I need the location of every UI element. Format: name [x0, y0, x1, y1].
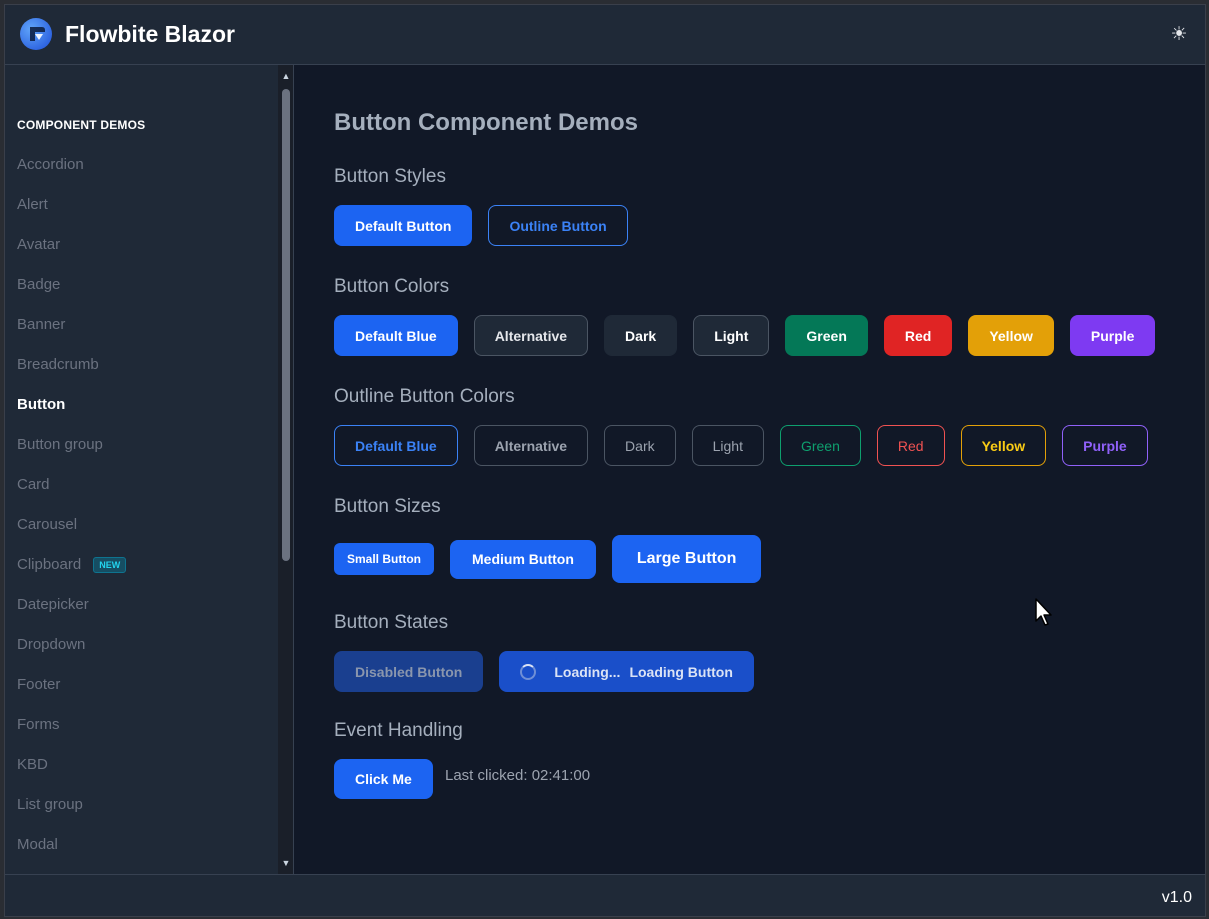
sidebar-item-accordion[interactable]: Accordion	[17, 152, 267, 192]
footer-bar: v1.0	[5, 874, 1205, 916]
top-navbar: Flowbite Blazor ☀	[5, 5, 1205, 65]
medium-button[interactable]: Medium Button	[450, 539, 596, 579]
section-title-colors: Button Colors	[334, 276, 450, 297]
sidebar-item-clipboard[interactable]: Clipboard NEW	[17, 552, 267, 592]
color-button-light[interactable]: Light	[693, 315, 770, 356]
large-button[interactable]: Large Button	[611, 535, 762, 583]
color-button-green[interactable]: Green	[785, 315, 868, 356]
flowbite-logo-icon[interactable]	[20, 18, 52, 50]
spinner-icon	[520, 663, 537, 680]
sidebar-item-modal[interactable]: Modal	[17, 832, 267, 872]
section-title-events: Event Handling	[334, 720, 463, 741]
sidebar: COMPONENT DEMOS Accordion Alert Avatar B…	[5, 65, 294, 874]
section-title-sizes: Button Sizes	[334, 496, 441, 517]
sidebar-item-list-group[interactable]: List group	[17, 792, 267, 832]
sidebar-item-kbd[interactable]: KBD	[17, 752, 267, 792]
sidebar-item-forms[interactable]: Forms	[17, 712, 267, 752]
sidebar-nav: Accordion Alert Avatar Badge Banner Brea…	[17, 152, 267, 872]
disabled-button[interactable]: Disabled Button	[334, 651, 484, 692]
click-me-button[interactable]: Click Me	[334, 759, 433, 799]
section-title-states: Button States	[334, 612, 449, 633]
color-button-purple[interactable]: Purple	[1069, 315, 1156, 356]
main-content: Button Component Demos Button Styles Def…	[295, 65, 1205, 874]
app-title[interactable]: Flowbite Blazor	[65, 21, 235, 48]
section-title-outline-colors: Outline Button Colors	[334, 386, 515, 407]
color-button-red[interactable]: Red	[883, 315, 953, 356]
outline-button-light[interactable]: Light	[691, 425, 764, 466]
outline-button-red[interactable]: Red	[876, 425, 945, 466]
sidebar-item-badge[interactable]: Badge	[17, 272, 267, 312]
color-button-yellow[interactable]: Yellow	[968, 315, 1054, 356]
outline-button[interactable]: Outline Button	[488, 205, 628, 246]
sidebar-heading: COMPONENT DEMOS	[17, 118, 146, 132]
app-window: Flowbite Blazor ☀ COMPONENT DEMOS Accord…	[4, 4, 1206, 917]
scrollbar-thumb[interactable]	[282, 89, 290, 561]
sidebar-item-footer[interactable]: Footer	[17, 672, 267, 712]
last-clicked-text: Last clicked: 02:41:00	[445, 767, 591, 784]
loading-button-label: Loading Button	[629, 663, 733, 680]
sidebar-item-banner[interactable]: Banner	[17, 312, 267, 352]
sidebar-item-avatar[interactable]: Avatar	[17, 232, 267, 272]
sidebar-item-button[interactable]: Button	[17, 392, 267, 432]
loading-button[interactable]: Loading... Loading Button	[499, 651, 754, 692]
scroll-up-arrow-icon[interactable]: ▲	[281, 71, 291, 81]
outline-button-green[interactable]: Green	[779, 425, 861, 466]
sidebar-item-datepicker[interactable]: Datepicker	[17, 592, 267, 632]
sidebar-item-breadcrumb[interactable]: Breadcrumb	[17, 352, 267, 392]
small-button[interactable]: Small Button	[334, 543, 434, 575]
color-button-dark[interactable]: Dark	[604, 315, 678, 356]
color-button-default-blue[interactable]: Default Blue	[334, 315, 458, 356]
sidebar-scrollbar[interactable]: ▲ ▼	[278, 65, 293, 874]
new-badge: NEW	[93, 557, 127, 573]
outline-button-dark[interactable]: Dark	[604, 425, 676, 466]
outline-button-default-blue[interactable]: Default Blue	[334, 425, 458, 466]
section-title-styles: Button Styles	[334, 166, 446, 187]
sun-icon[interactable]: ☀	[1167, 23, 1191, 47]
outline-button-alternative[interactable]: Alternative	[473, 425, 589, 466]
sidebar-item-card[interactable]: Card	[17, 472, 267, 512]
outline-button-yellow[interactable]: Yellow	[960, 425, 1047, 466]
sidebar-item-alert[interactable]: Alert	[17, 192, 267, 232]
loading-text: Loading...	[554, 663, 621, 680]
color-button-alternative[interactable]: Alternative	[473, 315, 589, 356]
scroll-down-arrow-icon[interactable]: ▼	[281, 858, 291, 868]
default-button[interactable]: Default Button	[334, 205, 473, 246]
outline-button-purple[interactable]: Purple	[1062, 425, 1148, 466]
page-title: Button Component Demos	[334, 109, 638, 136]
sidebar-item-button-group[interactable]: Button group	[17, 432, 267, 472]
sidebar-item-label: Clipboard	[17, 556, 82, 573]
sidebar-item-dropdown[interactable]: Dropdown	[17, 632, 267, 672]
mouse-cursor-icon	[1035, 598, 1052, 626]
sidebar-item-carousel[interactable]: Carousel	[17, 512, 267, 552]
version-label: v1.0	[1161, 889, 1192, 906]
